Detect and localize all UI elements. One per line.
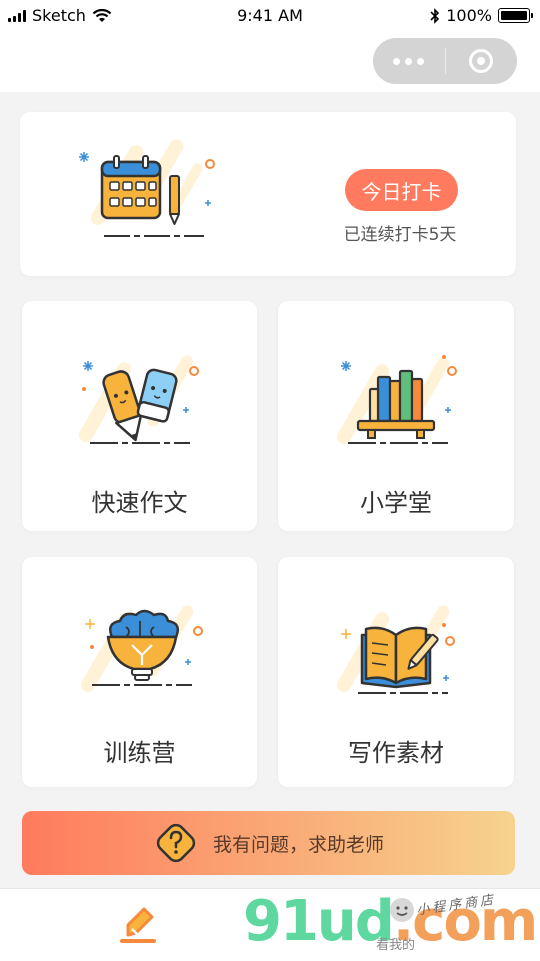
open-book-icon xyxy=(337,605,455,694)
tile-quick-essay[interactable]: 快速作文 xyxy=(22,301,257,531)
tile-label: 写作素材 xyxy=(348,739,444,767)
smiley-face-icon xyxy=(390,898,414,922)
close-button[interactable] xyxy=(446,38,518,84)
watermark: 91ud.com 小程序商店 看我的 xyxy=(240,890,540,960)
battery-percent: 100% xyxy=(446,6,492,25)
bluetooth-icon xyxy=(430,7,440,24)
mini-program-capsule xyxy=(373,38,517,84)
watermark-small-text: 看我的 xyxy=(376,938,416,953)
brain-bulb-icon xyxy=(81,605,203,692)
checkin-button[interactable]: 今日打卡 xyxy=(345,169,458,211)
battery-icon xyxy=(498,8,533,23)
ask-teacher-banner[interactable]: 我有问题，求助老师 xyxy=(22,811,515,875)
question-icon xyxy=(156,823,196,863)
bookshelf-icon xyxy=(337,355,457,444)
calendar-pencil-icon xyxy=(79,139,215,237)
tile-label: 训练营 xyxy=(103,739,176,767)
tile-training-camp[interactable]: 训练营 xyxy=(22,557,257,787)
checkin-streak: 已连续打卡5天 xyxy=(343,225,457,245)
nav-bar xyxy=(0,32,540,92)
close-target-icon xyxy=(469,49,494,73)
watermark-brand-1: 91ud xyxy=(243,889,395,954)
status-bar: Sketch 9:41 AM 100% xyxy=(0,0,540,32)
tile-label: 小学堂 xyxy=(360,489,432,517)
writing-pen-icon[interactable] xyxy=(116,901,160,949)
more-button[interactable] xyxy=(373,38,445,84)
tile-writing-materials[interactable]: 写作素材 xyxy=(278,557,514,787)
pencil-eraser-icon xyxy=(79,355,199,444)
checkin-card: 今日打卡 已连续打卡5天 xyxy=(20,112,516,276)
more-dots-icon xyxy=(393,57,425,65)
ask-teacher-label: 我有问题，求助老师 xyxy=(212,833,384,856)
tile-small-classroom[interactable]: 小学堂 xyxy=(278,301,514,531)
tile-label: 快速作文 xyxy=(91,489,188,517)
